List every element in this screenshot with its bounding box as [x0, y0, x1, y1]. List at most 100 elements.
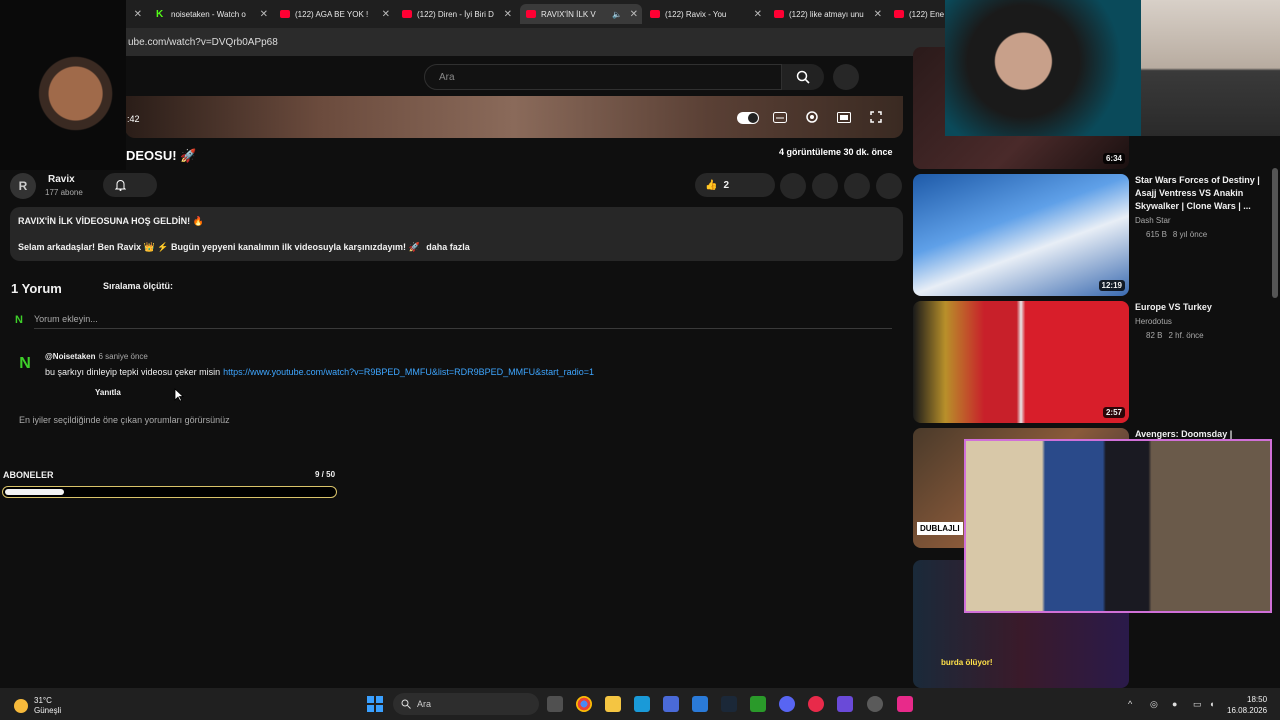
tab-ene[interactable]: (122) Ene [888, 4, 948, 24]
instagram-icon[interactable] [897, 696, 913, 712]
related-thumb-3[interactable]: 2:57 [913, 301, 1129, 423]
tab-ravix-youtube[interactable]: (122) Ravix - You ✕ [644, 4, 766, 24]
video-stats: 4 görüntüleme 30 dk. önce [779, 147, 893, 157]
tab-ravix-active[interactable]: RAVIX'İN İLK V 🔈 ✕ [520, 4, 642, 24]
app-icon[interactable] [634, 696, 650, 712]
close-icon[interactable]: ✕ [630, 9, 638, 20]
store-icon[interactable] [663, 696, 679, 712]
related-meta-2: 615 B 8 yıl önce [1146, 230, 1207, 239]
close-icon[interactable]: ✕ [382, 9, 390, 20]
like-count: 2 [723, 179, 730, 191]
xbox-icon[interactable] [750, 696, 766, 712]
speaker-icon[interactable]: 🔈 [612, 10, 622, 19]
description-box[interactable]: RAVIX'İN İLK VİDEOSUNA HOŞ GELDİN! 🔥 Sel… [10, 207, 903, 261]
settings-gear-icon[interactable] [804, 110, 820, 124]
tab-aga-be-yok[interactable]: (122) AGA BE YOK ! ✕ [274, 4, 394, 24]
kick-icon: K [156, 8, 164, 20]
youtube-icon [894, 10, 904, 18]
comment-header: @Noisetaken 6 saniye önce [45, 352, 148, 361]
fullscreen-icon[interactable] [868, 110, 884, 124]
close-icon[interactable]: ✕ [134, 9, 142, 20]
related-title-2[interactable]: Star Wars Forces of Destiny | Asajj Vent… [1135, 174, 1265, 213]
youtube-icon [650, 10, 660, 18]
autoplay-toggle[interactable] [737, 112, 759, 124]
close-icon[interactable]: ✕ [504, 9, 512, 20]
tab-noisetaken[interactable]: Knoisetaken - Watch o ✕ [150, 4, 272, 24]
comment-body: bu şarkıyı dinleyip tepki videosu çeker … [45, 367, 221, 377]
theater-mode-icon[interactable] [836, 110, 852, 124]
related-views: 82 B [1146, 331, 1163, 340]
reply-button[interactable]: Yanıtla [95, 388, 121, 397]
search-button[interactable] [782, 64, 824, 90]
comment-time[interactable]: 6 saniye önce [98, 352, 147, 361]
chevron-up-icon[interactable]: ^ [1128, 699, 1132, 709]
related-age: 8 yıl önce [1172, 230, 1208, 239]
sub-goal-progress-bar [2, 486, 337, 498]
volume-icon[interactable]: ◖ [1209, 699, 1214, 709]
webcam-streamer-top-right-1 [945, 0, 1141, 136]
clip-button[interactable] [844, 173, 870, 199]
webcam-streamer-bottom-right [964, 439, 1272, 613]
thumbs-up-icon: 👍 [705, 179, 718, 191]
related-thumb-2[interactable]: 12:19 [913, 174, 1129, 296]
close-icon[interactable]: ✕ [754, 9, 762, 20]
video-duration: 12:19 [1098, 280, 1125, 291]
sort-by-button[interactable]: Sıralama ölçütü: [103, 281, 173, 291]
description-line-2: Selam arkadaşlar! Ben Ravix 👑 ⚡ Bugün ye… [18, 242, 470, 253]
comment-author-avatar[interactable]: N [15, 354, 35, 374]
add-comment-input[interactable]: Yorum ekleyin... [34, 314, 98, 324]
user-avatar: N [15, 314, 23, 326]
video-title: DEOSU! 🚀 [126, 148, 197, 163]
player-time: :42 [127, 114, 140, 124]
close-icon[interactable]: ✕ [260, 9, 268, 20]
share-button[interactable] [780, 173, 806, 199]
top-comments-note: En iyiler seçildiğinde öne çıkan yorumla… [19, 415, 230, 425]
channel-name[interactable]: Ravix [48, 174, 75, 185]
start-button[interactable] [367, 696, 383, 712]
more-actions-button[interactable] [876, 173, 902, 199]
search-input[interactable]: Ara [424, 64, 782, 90]
video-player[interactable]: :42 [125, 96, 903, 138]
subtitles-icon[interactable] [772, 110, 788, 124]
file-explorer-icon[interactable] [605, 696, 621, 712]
show-more-link[interactable]: daha fazla [426, 242, 470, 252]
url-text[interactable]: ube.com/watch?v=DVQrb0APp68 [128, 37, 278, 48]
thumb-caption: burda ölüyor! [941, 658, 993, 667]
like-button[interactable]: 👍 2 [695, 173, 775, 197]
media-player-icon[interactable] [808, 696, 824, 712]
scrollbar-thumb[interactable] [1272, 168, 1278, 298]
discord-icon[interactable] [779, 696, 795, 712]
mail-icon[interactable] [692, 696, 708, 712]
comment-link[interactable]: https://www.youtube.com/watch?v=R9BPED_M… [223, 367, 594, 377]
youtube-icon [774, 10, 784, 18]
network-icon[interactable]: ◎ [1150, 699, 1158, 710]
notification-bell-button[interactable] [103, 173, 157, 197]
related-title-3[interactable]: Europe VS Turkey [1135, 301, 1265, 314]
search-icon [796, 70, 810, 84]
chrome-icon[interactable] [576, 696, 592, 712]
voice-search-button[interactable] [833, 64, 859, 90]
obs-icon[interactable] [867, 696, 883, 712]
display-icon[interactable]: ▭ [1193, 699, 1202, 710]
tab-label: (122) Ene [909, 9, 945, 19]
weather-widget[interactable]: 31°C Güneşli [14, 696, 61, 716]
weather-text: 31°C Güneşli [34, 696, 61, 716]
related-channel-3[interactable]: Herodotus [1135, 317, 1172, 326]
address-bar[interactable]: ube.com/watch?v=DVQrb0APp68 [0, 28, 945, 56]
clock[interactable]: 18:50 16.08.2026 [1227, 694, 1267, 716]
mic-icon[interactable]: ● [1172, 699, 1177, 709]
teams-icon[interactable] [837, 696, 853, 712]
taskbar-search[interactable]: Ara [393, 693, 539, 715]
task-view-icon[interactable] [547, 696, 563, 712]
related-age: 2 hf. önce [1168, 331, 1204, 340]
channel-subscribers: 177 abone [45, 188, 83, 197]
download-button[interactable] [812, 173, 838, 199]
related-channel-2[interactable]: Dash Star [1135, 216, 1171, 225]
tab-like-atmayi[interactable]: (122) like atmayı unu ✕ [768, 4, 886, 24]
channel-avatar[interactable]: R [10, 173, 36, 199]
youtube-icon [526, 10, 536, 18]
comment-author[interactable]: @Noisetaken [45, 352, 95, 361]
tab-diren[interactable]: (122) Diren - İyi Biri D ✕ [396, 4, 516, 24]
steam-icon[interactable] [721, 696, 737, 712]
close-icon[interactable]: ✕ [874, 9, 882, 20]
